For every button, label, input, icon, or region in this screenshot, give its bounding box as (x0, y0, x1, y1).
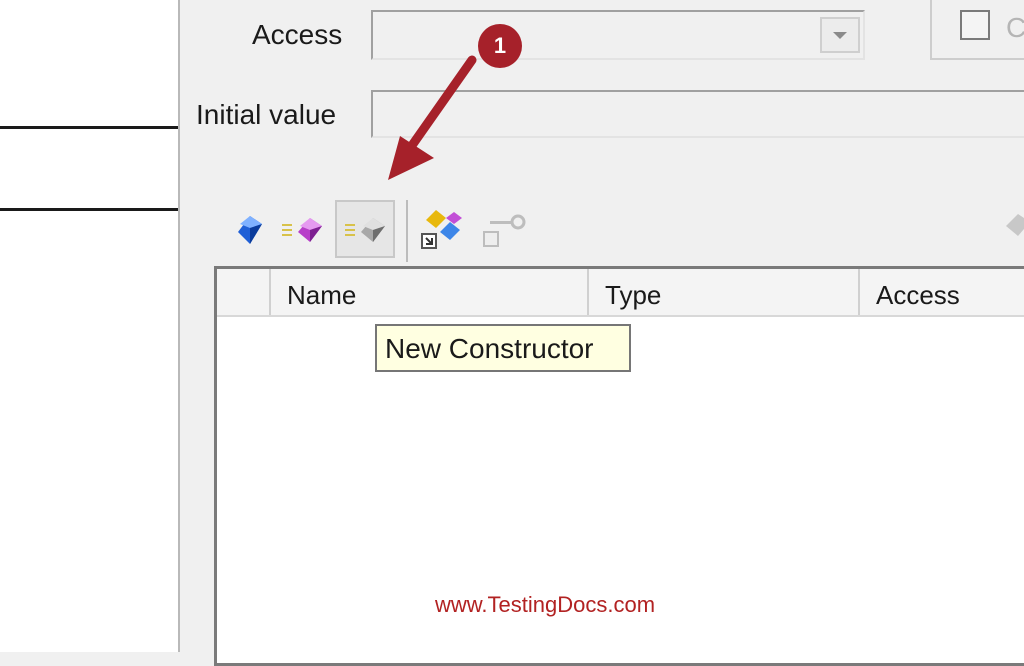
options-group: C (930, 0, 1024, 60)
override-button[interactable] (418, 208, 468, 268)
accessor-button[interactable] (480, 212, 530, 272)
column-header-name[interactable]: Name (271, 269, 589, 315)
grid-header: Name Type Access (217, 269, 1024, 317)
option-checkbox[interactable] (960, 10, 990, 40)
left-pane (0, 0, 178, 652)
purple-cube-icon (282, 218, 322, 242)
new-method-button[interactable] (280, 212, 326, 272)
left-pane-line (0, 208, 178, 211)
new-attribute-button[interactable] (234, 212, 266, 272)
gray-cube-icon (345, 218, 385, 242)
chevron-down-icon (833, 32, 847, 39)
column-header-access[interactable]: Access (860, 269, 1024, 315)
initial-value-label: Initial value (196, 99, 337, 130)
step-badge: 1 (478, 24, 522, 68)
annotation-arrow (388, 55, 477, 180)
gray-cube-icon (1006, 214, 1024, 236)
column-header-type[interactable]: Type (589, 269, 860, 315)
new-constructor-button[interactable] (335, 200, 395, 258)
row-selector-header (217, 269, 271, 315)
watermark: www.TestingDocs.com (434, 592, 656, 617)
extra-button[interactable] (1004, 210, 1024, 270)
blue-cube-icon (238, 216, 262, 244)
toolbar-separator (406, 200, 408, 262)
access-dropdown-button[interactable] (820, 17, 860, 53)
access-label: Access (252, 19, 343, 50)
shapes-icon (421, 210, 462, 249)
tooltip: New Constructor (375, 324, 631, 372)
option-checkbox-label: C (1006, 12, 1024, 43)
left-pane-line (0, 126, 178, 129)
key-icon (483, 214, 526, 247)
